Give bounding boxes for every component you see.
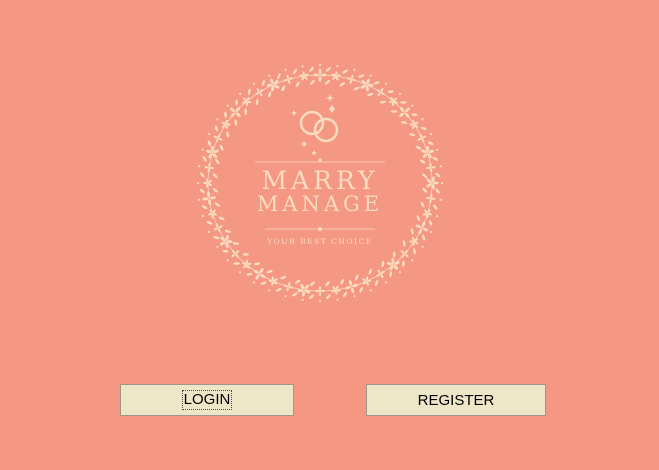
- register-button[interactable]: REGISTER: [366, 384, 546, 416]
- login-button[interactable]: LOGIN: [120, 384, 294, 416]
- login-button-label: LOGIN: [181, 390, 233, 410]
- app-logo: MARRY MANAGE YOUR BEST CHOICE: [190, 58, 450, 308]
- logo-title-line1: MARRY: [261, 166, 379, 195]
- logo-tagline: YOUR BEST CHOICE: [267, 237, 373, 246]
- logo-title-line2: MANAGE: [256, 192, 384, 216]
- register-button-label: REGISTER: [417, 391, 495, 409]
